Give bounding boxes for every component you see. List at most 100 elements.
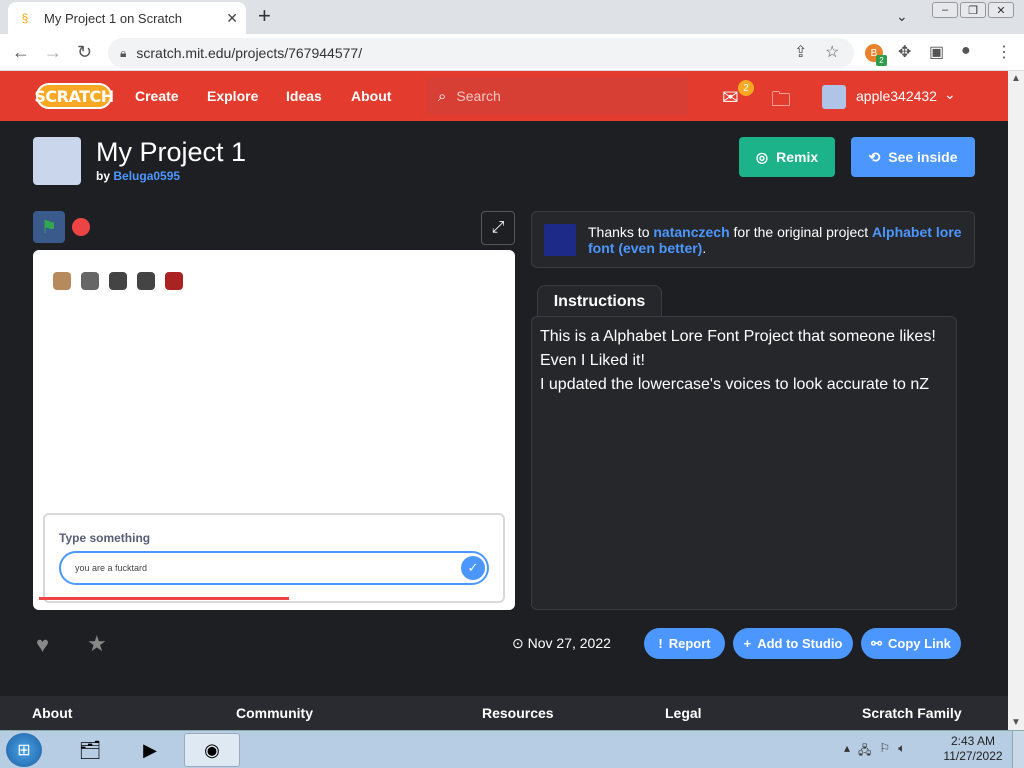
lock-icon: 🔒︎	[120, 45, 127, 60]
footer-scratch-family[interactable]: Scratch Family	[862, 705, 962, 721]
nav-explore[interactable]: Explore	[207, 88, 258, 104]
username[interactable]: apple342432	[856, 88, 937, 104]
extensions-puzzle-icon[interactable]: ✥	[898, 42, 911, 62]
copy-link-button[interactable]: ⚯ Copy Link	[861, 628, 961, 659]
scroll-down-icon[interactable]: ▼	[1011, 717, 1021, 728]
footer-resources[interactable]: Resources	[482, 705, 554, 721]
love-heart-icon[interactable]: ♥	[36, 632, 49, 658]
window-close-icon[interactable]: ✕	[988, 2, 1014, 18]
clock-date: 11/27/2022	[943, 749, 1003, 763]
chrome-icon[interactable]: ◉	[184, 733, 240, 767]
side-panel-icon[interactable]: ▣	[929, 42, 944, 62]
project-byline: by Beluga0595	[96, 169, 180, 183]
ask-label: Type something	[59, 531, 151, 545]
stop-icon[interactable]	[72, 218, 90, 236]
ask-input[interactable]: you are a fucktard ✓	[59, 551, 489, 585]
sprite-e	[165, 272, 183, 290]
search-input[interactable]: ⌕ Search	[426, 77, 688, 115]
ask-input-value: you are a fucktard	[75, 563, 148, 573]
bookmark-star-icon[interactable]: ☆	[825, 42, 839, 62]
media-player-icon[interactable]: ▶	[122, 733, 178, 767]
messages-icon[interactable]: ✉	[722, 85, 739, 110]
project-date: ⊙ Nov 27, 2022	[512, 635, 611, 652]
restore-icon[interactable]: ❐	[960, 2, 986, 18]
add-to-studio-button[interactable]: + Add to Studio	[733, 628, 853, 659]
credit-middle: for the original project	[733, 224, 869, 240]
tab-title: My Project 1 on Scratch	[44, 10, 182, 26]
browser-tabbar: § My Project 1 on Scratch ✕ + ⌄ – ❐ ✕	[0, 0, 1024, 34]
share-icon[interactable]: ⇪	[794, 42, 807, 62]
messages-count-badge: 2	[738, 80, 754, 96]
original-author-link[interactable]: natanczech	[653, 224, 729, 240]
remix-credits: Thanks to natanczech for the original pr…	[531, 211, 975, 268]
menu-kebab-icon[interactable]: ⋮	[996, 42, 1012, 62]
volume-icon[interactable]: 🔈︎	[898, 741, 905, 762]
chevron-down-icon[interactable]: ⌄	[944, 86, 956, 103]
my-stuff-folder-icon[interactable]: 🗀	[771, 85, 791, 119]
project-title: My Project 1	[96, 137, 247, 167]
credit-suffix: .	[702, 240, 707, 256]
author-link[interactable]: Beluga0595	[113, 169, 180, 183]
user-avatar[interactable]	[822, 85, 846, 109]
tray-expand-icon[interactable]: ▴	[844, 741, 850, 762]
ask-prompt: Type something you are a fucktard ✓	[43, 513, 505, 603]
fullscreen-icon[interactable]: ⤢	[481, 211, 515, 245]
profile-icon[interactable]: ●	[961, 42, 971, 60]
tab-search-chevron-icon[interactable]: ⌄	[896, 8, 908, 25]
see-inside-icon: ⟲	[868, 148, 881, 165]
minimize-icon[interactable]: –	[932, 2, 958, 18]
search-placeholder: Search	[456, 88, 501, 104]
taskbar-clock[interactable]: 2:43 AM 11/27/2022	[940, 734, 1006, 764]
nav-about[interactable]: About	[351, 88, 391, 104]
add-to-studio-label: Add to Studio	[757, 636, 843, 651]
report-button[interactable]: ! Report	[644, 628, 725, 659]
network-icon[interactable]: 🖧	[858, 741, 871, 762]
back-icon[interactable]: ←	[12, 42, 30, 63]
url-text: scratch.mit.edu/projects/767944577/	[136, 45, 363, 61]
windows-taskbar: ⊞ 🗂︎ ▶ ◉ ▴ 🖧 ⚐ 🔈︎ 2:43 AM 11/27/2022	[0, 730, 1024, 768]
copy-link-label: Copy Link	[888, 636, 951, 651]
tab-close-icon[interactable]: ✕	[226, 10, 238, 27]
footer-community[interactable]: Community	[236, 705, 313, 721]
original-project-thumbnail[interactable]	[544, 224, 576, 256]
page-scrollbar[interactable]: ▲ ▼	[1008, 71, 1024, 730]
scratch-header: SCRATCH Create Explore Ideas About ⌕ Sea…	[0, 71, 1008, 121]
stage-red-bar	[39, 597, 289, 600]
forward-icon[interactable]: →	[44, 42, 62, 63]
plus-icon: +	[743, 636, 752, 651]
scratch-logo[interactable]: SCRATCH	[34, 83, 114, 109]
start-button[interactable]: ⊞	[6, 733, 42, 767]
extension-badge: 2	[876, 55, 887, 66]
sprite-d	[137, 272, 155, 290]
footer-about[interactable]: About	[32, 705, 72, 721]
instructions-tab[interactable]: Instructions	[537, 285, 662, 317]
browser-tab[interactable]: § My Project 1 on Scratch ✕	[8, 2, 246, 34]
date-text: Nov 27, 2022	[527, 635, 611, 651]
footer-legal[interactable]: Legal	[665, 705, 702, 721]
credit-prefix: Thanks to	[588, 224, 650, 240]
scroll-up-icon[interactable]: ▲	[1011, 73, 1021, 84]
nav-ideas[interactable]: Ideas	[286, 88, 322, 104]
submit-check-icon[interactable]: ✓	[461, 556, 485, 580]
new-tab-button[interactable]: +	[258, 5, 271, 27]
see-inside-button[interactable]: ⟲ See inside	[851, 137, 975, 177]
green-flag-icon[interactable]: ⚑	[33, 211, 65, 243]
instructions-line: This is a Alphabet Lore Font Project tha…	[540, 328, 936, 345]
project-page: My Project 1 by Beluga0595 ◎ Remix ⟲ See…	[0, 121, 1008, 696]
reload-icon[interactable]: ↻	[77, 42, 92, 63]
author-avatar[interactable]	[33, 137, 81, 185]
favorite-star-icon[interactable]: ★	[87, 631, 107, 657]
nav-create[interactable]: Create	[135, 88, 179, 104]
clock-time: 2:43 AM	[950, 734, 996, 748]
sprite-row	[53, 272, 183, 290]
project-stage[interactable]: Type something you are a fucktard ✓	[33, 250, 515, 610]
remix-button[interactable]: ◎ Remix	[739, 137, 835, 177]
show-desktop-button[interactable]	[1012, 731, 1024, 768]
sprite-c	[109, 272, 127, 290]
action-center-icon[interactable]: ⚐	[879, 741, 890, 762]
instructions-line: Even I Liked it!	[540, 352, 645, 369]
address-bar[interactable]: 🔒︎ scratch.mit.edu/projects/767944577/	[108, 38, 854, 68]
extension-icon[interactable]: B2	[865, 44, 887, 66]
report-label: Report	[668, 636, 711, 651]
file-explorer-icon[interactable]: 🗂︎	[62, 733, 118, 767]
